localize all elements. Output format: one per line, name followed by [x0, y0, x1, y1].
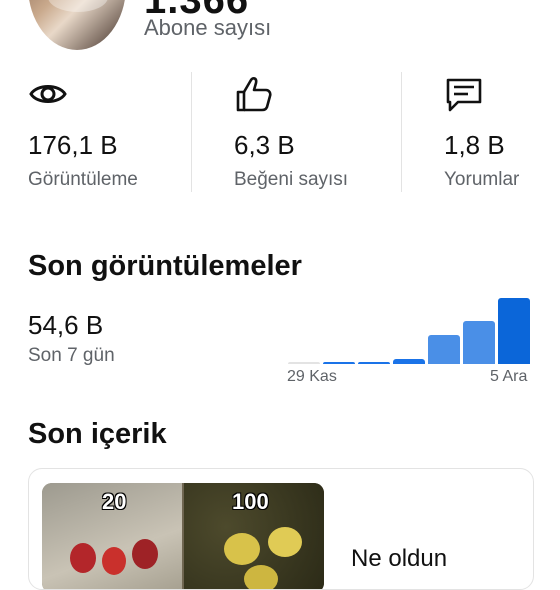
chart-bar[interactable]	[358, 362, 390, 364]
stat-divider	[191, 72, 192, 192]
stat-value: 1,8 B	[444, 130, 505, 160]
stat-likes[interactable]: 6,3 B Beğeni sayısı	[234, 72, 394, 192]
thumbs-up-icon	[236, 77, 272, 112]
channel-avatar[interactable]	[28, 0, 126, 50]
chart-tick-end: 5 Ara	[490, 368, 528, 385]
thumbnail-detail	[268, 527, 302, 557]
stat-divider	[401, 72, 402, 192]
recent-views-period: Son 7 gün	[28, 345, 115, 366]
recent-views-chart[interactable]	[286, 296, 532, 364]
thumbnail-text-right: 100	[232, 489, 269, 514]
recent-content-card[interactable]: 20 100 Ne oldun	[28, 468, 534, 590]
stat-value: 6,3 B	[234, 130, 295, 160]
recent-views-title: Son görüntülemeler	[28, 250, 302, 282]
thumbnail-detail	[224, 533, 260, 565]
stat-views[interactable]: 176,1 B Görüntüleme	[28, 72, 188, 192]
comment-icon	[446, 78, 482, 112]
recent-views-value: 54,6 B	[28, 310, 104, 340]
video-title[interactable]: Ne oldun	[351, 545, 447, 573]
thumbnail-text-left: 20	[102, 489, 127, 514]
chart-bar[interactable]	[463, 321, 495, 364]
chart-bar[interactable]	[428, 335, 460, 364]
chart-tick-start: 29 Kas	[287, 368, 337, 385]
chart-bar[interactable]	[288, 362, 320, 364]
avatar-highlight	[48, 0, 108, 12]
stat-label: Görüntüleme	[28, 169, 138, 190]
thumbnail-detail	[132, 539, 158, 569]
recent-content-title: Son içerik	[28, 418, 167, 450]
eye-icon	[29, 85, 67, 103]
stat-label: Beğeni sayısı	[234, 169, 349, 190]
thumbnail-detail	[70, 543, 96, 573]
chart-bar[interactable]	[498, 298, 530, 364]
stat-value: 176,1 B	[28, 130, 118, 160]
thumbnail-detail	[244, 565, 278, 589]
video-thumbnail[interactable]: 20 100	[42, 483, 324, 589]
chart-bar[interactable]	[323, 362, 355, 364]
thumbnail-detail	[102, 547, 126, 575]
subscriber-label: Abone sayısı	[144, 15, 272, 40]
stat-label: Yorumlar	[444, 169, 520, 190]
chart-bar[interactable]	[393, 359, 425, 364]
stat-comments[interactable]: 1,8 B Yorumlar	[444, 72, 560, 192]
